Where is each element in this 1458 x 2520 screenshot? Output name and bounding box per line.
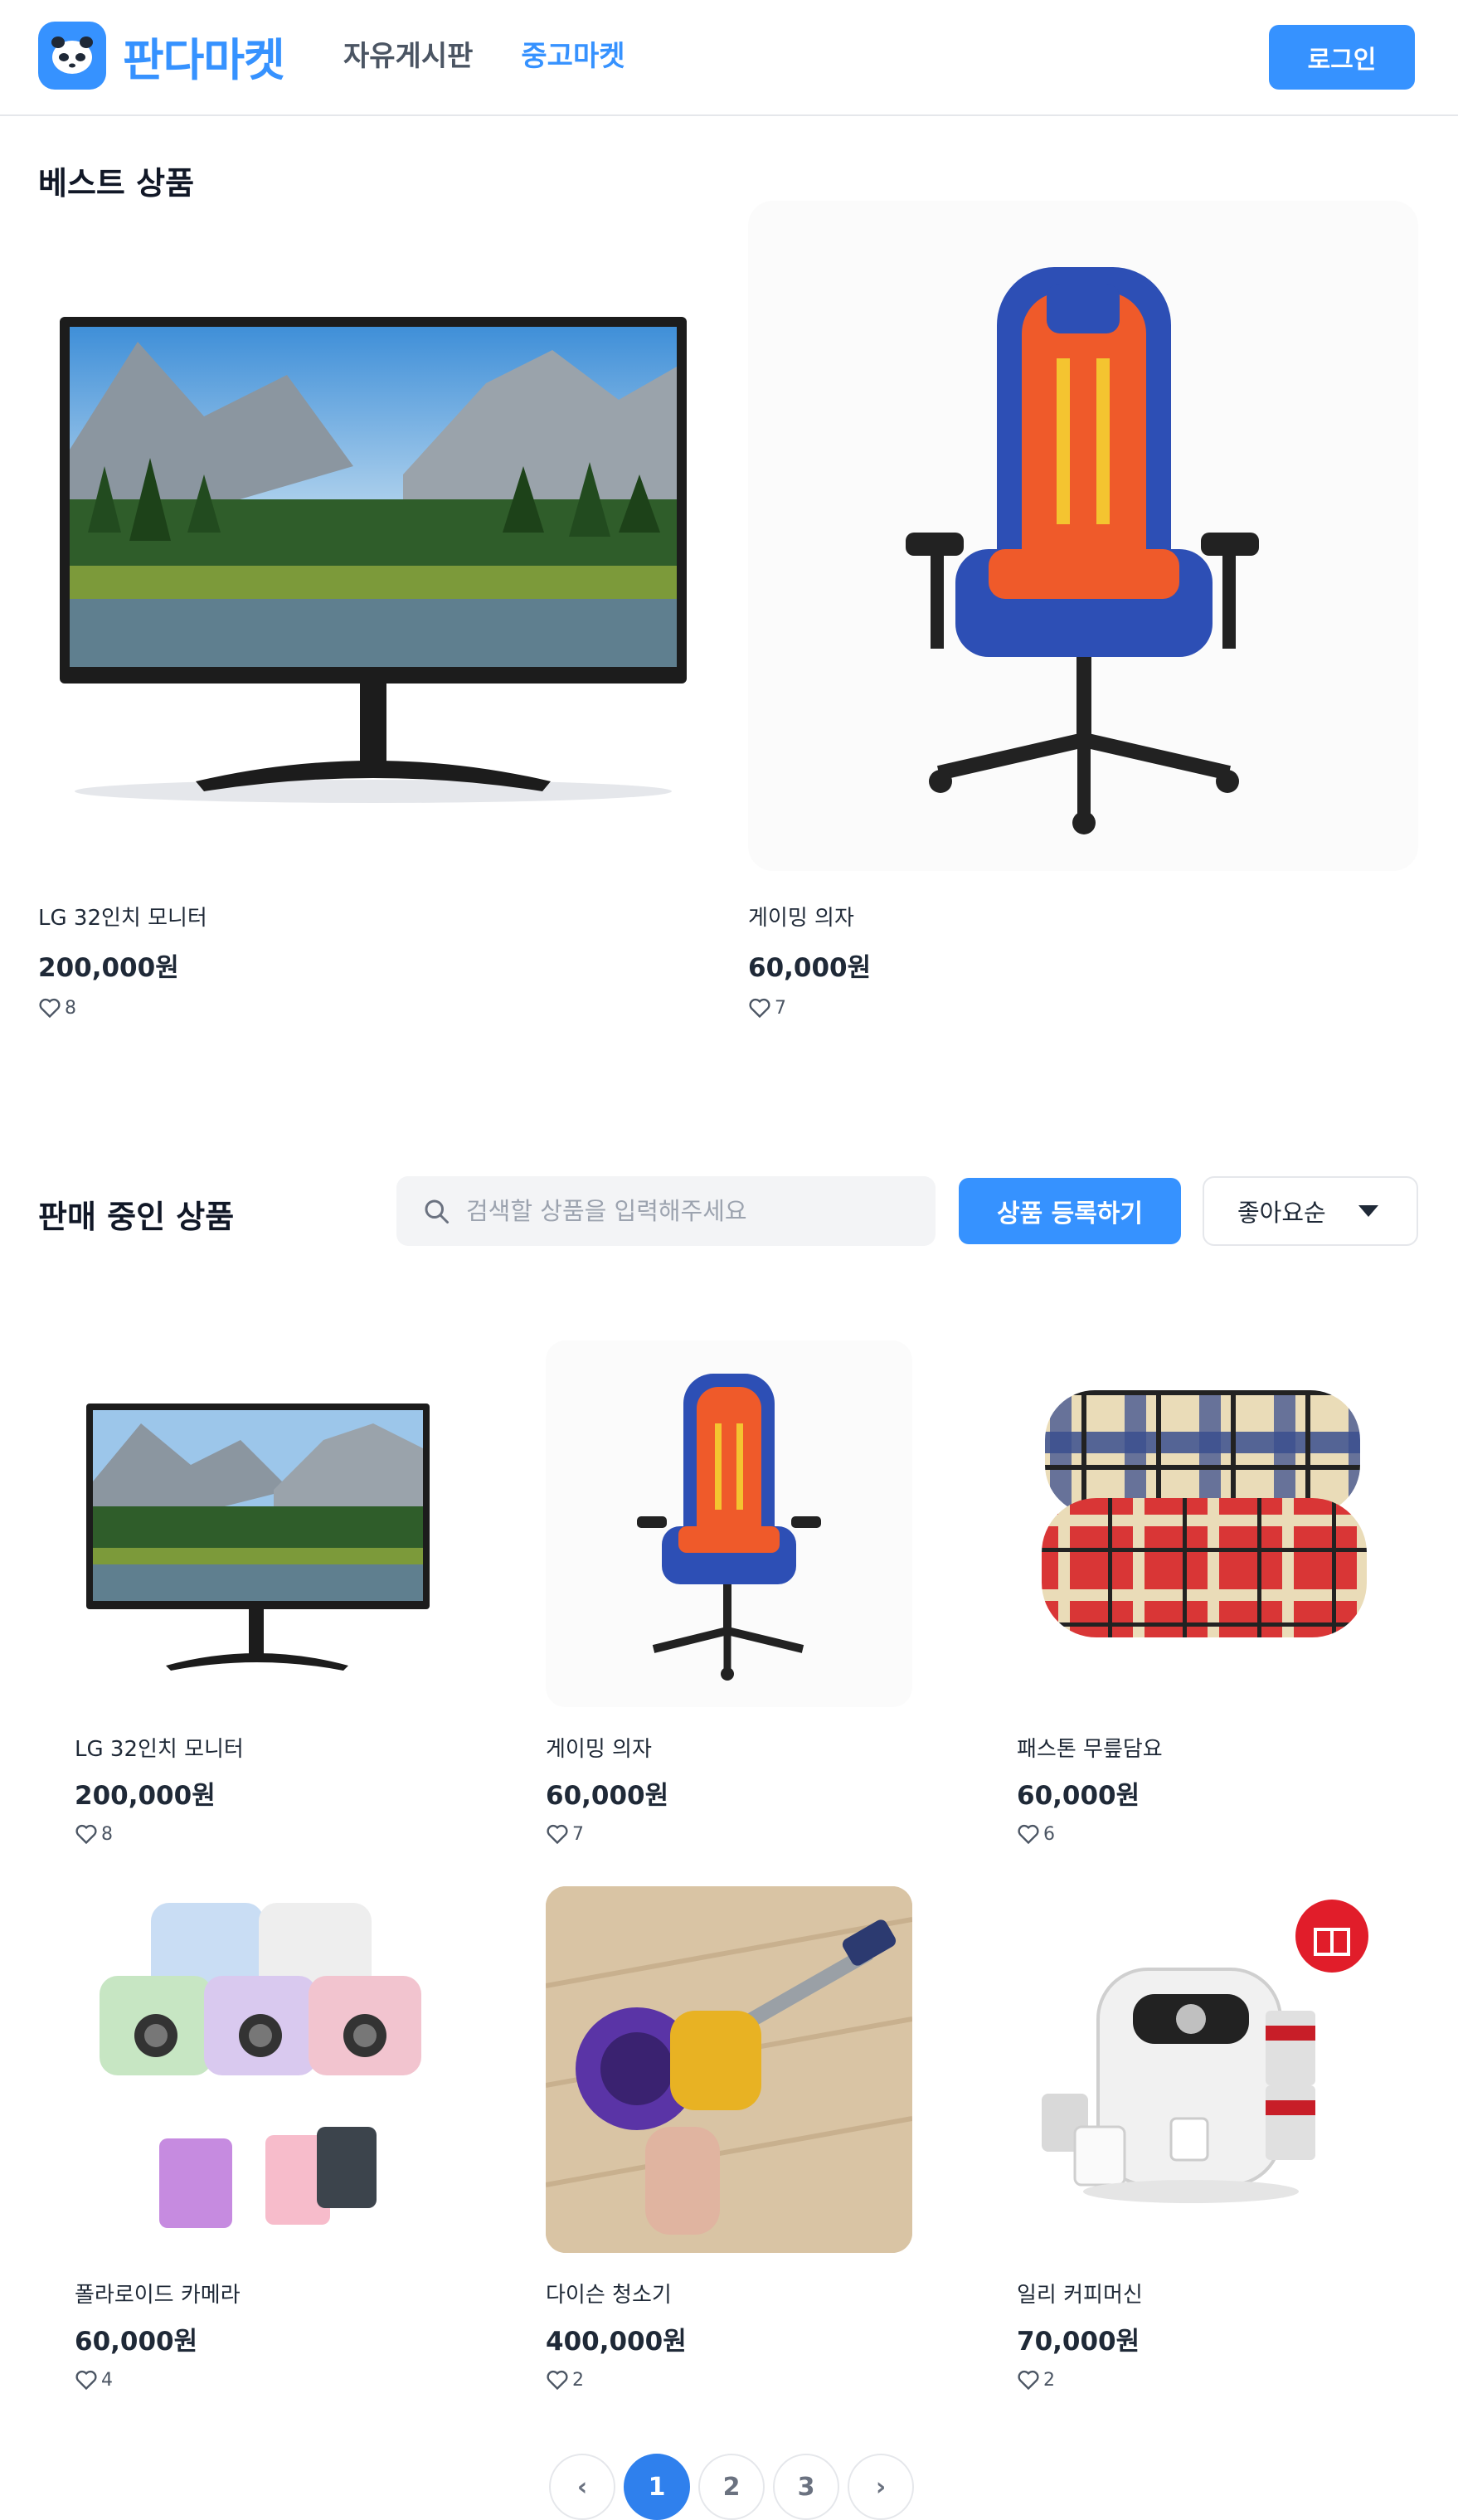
product-name: 게이밍 의자 bbox=[748, 906, 854, 931]
product-likes[interactable]: 8 bbox=[38, 997, 708, 1019]
product-likes[interactable]: 4 bbox=[75, 2369, 441, 2391]
likes-count: 6 bbox=[1043, 1823, 1055, 1845]
search-box[interactable] bbox=[396, 1176, 936, 1246]
product-image-instant-cameras bbox=[75, 1886, 441, 2253]
likes-count: 8 bbox=[101, 1823, 113, 1845]
product-price: 60,000원 bbox=[546, 1781, 669, 1811]
sale-product-card[interactable]: 폴라로이드 카메라 60,000원 4 bbox=[75, 1886, 441, 2391]
product-name: 다이슨 청소기 bbox=[546, 2283, 672, 2308]
heart-icon bbox=[749, 998, 770, 1019]
product-image-coffee-machine bbox=[1017, 1886, 1383, 2253]
sort-dropdown[interactable]: 좋아요순 bbox=[1203, 1176, 1418, 1246]
product-likes[interactable]: 7 bbox=[748, 997, 1418, 1019]
pagination: ‹ 1 2 3 › bbox=[549, 2454, 914, 2520]
nav-free-board[interactable]: 자유게시판 bbox=[343, 33, 473, 74]
product-price: 400,000원 bbox=[546, 2327, 687, 2357]
product-likes[interactable]: 2 bbox=[1017, 2369, 1383, 2391]
heart-icon bbox=[75, 1824, 97, 1845]
product-image-blanket bbox=[1017, 1340, 1383, 1707]
best-product-card[interactable]: LG 32인치 모니터 200,000원 8 bbox=[38, 201, 708, 1019]
heart-icon bbox=[75, 2370, 97, 2391]
main-nav: 자유게시판 중고마켓 bbox=[343, 33, 625, 74]
likes-count: 8 bbox=[65, 997, 76, 1019]
product-price: 200,000원 bbox=[75, 1781, 216, 1811]
login-button[interactable]: 로그인 bbox=[1269, 25, 1415, 90]
chevron-left-icon: ‹ bbox=[576, 2472, 588, 2502]
product-likes[interactable]: 7 bbox=[546, 1823, 912, 1845]
product-image-gaming-chair bbox=[546, 1340, 912, 1707]
likes-count: 7 bbox=[775, 997, 786, 1019]
sale-product-card[interactable]: 일리 커피머신 70,000원 2 bbox=[1017, 1886, 1383, 2391]
best-section-title: 베스트 상품 bbox=[38, 165, 195, 202]
likes-count: 7 bbox=[572, 1823, 584, 1845]
search-icon bbox=[425, 1199, 449, 1224]
best-product-card[interactable]: 게이밍 의자 60,000원 7 bbox=[748, 201, 1418, 1019]
product-price: 60,000원 bbox=[75, 2327, 198, 2357]
product-likes[interactable]: 8 bbox=[75, 1823, 441, 1845]
sale-product-card[interactable]: 게이밍 의자 60,000원 7 bbox=[546, 1340, 912, 1845]
sale-product-card[interactable]: 다이슨 청소기 400,000원 2 bbox=[546, 1886, 912, 2391]
product-name: LG 32인치 모니터 bbox=[38, 906, 207, 931]
heart-icon bbox=[547, 2370, 568, 2391]
product-price: 60,000원 bbox=[748, 953, 872, 983]
product-price: 60,000원 bbox=[1017, 1781, 1140, 1811]
heart-icon bbox=[39, 998, 61, 1019]
sale-product-card[interactable]: 패스톤 무릎담요 60,000원 6 bbox=[1017, 1340, 1383, 1845]
product-name: 게이밍 의자 bbox=[546, 1737, 652, 1762]
product-image-vacuum bbox=[546, 1886, 912, 2253]
nav-used-market[interactable]: 중고마켓 bbox=[521, 33, 625, 74]
heart-icon bbox=[1018, 1824, 1039, 1845]
next-page-button[interactable]: › bbox=[848, 2454, 914, 2520]
product-image-monitor bbox=[75, 1340, 441, 1707]
product-likes[interactable]: 2 bbox=[546, 2369, 912, 2391]
product-name: 패스톤 무릎담요 bbox=[1017, 1737, 1163, 1762]
product-image-gaming-chair bbox=[748, 201, 1418, 871]
logo-text: 판다마켓 bbox=[123, 33, 285, 86]
product-likes[interactable]: 6 bbox=[1017, 1823, 1383, 1845]
sort-value: 좋아요순 bbox=[1237, 1199, 1326, 1227]
page-button-1[interactable]: 1 bbox=[624, 2454, 690, 2520]
product-image-monitor bbox=[38, 201, 708, 871]
register-product-button[interactable]: 상품 등록하기 bbox=[959, 1178, 1181, 1244]
product-price: 200,000원 bbox=[38, 953, 179, 983]
product-name: 일리 커피머신 bbox=[1017, 2283, 1143, 2308]
product-price: 70,000원 bbox=[1017, 2327, 1140, 2357]
top-header: 판다마켓 자유게시판 중고마켓 로그인 bbox=[0, 0, 1458, 116]
prev-page-button[interactable]: ‹ bbox=[549, 2454, 615, 2520]
logo[interactable]: 판다마켓 bbox=[38, 22, 285, 90]
likes-count: 2 bbox=[1043, 2369, 1055, 2391]
search-input[interactable] bbox=[466, 1197, 931, 1225]
likes-count: 2 bbox=[572, 2369, 584, 2391]
sale-section-title: 판매 중인 상품 bbox=[38, 1199, 235, 1235]
chevron-right-icon: › bbox=[875, 2472, 887, 2502]
product-name: 폴라로이드 카메라 bbox=[75, 2283, 241, 2308]
page-button-3[interactable]: 3 bbox=[773, 2454, 839, 2520]
panda-logo-icon bbox=[38, 22, 106, 90]
likes-count: 4 bbox=[101, 2369, 113, 2391]
page-button-2[interactable]: 2 bbox=[698, 2454, 765, 2520]
heart-icon bbox=[1018, 2370, 1039, 2391]
sale-product-card[interactable]: LG 32인치 모니터 200,000원 8 bbox=[75, 1340, 441, 1845]
chevron-down-icon bbox=[1358, 1205, 1378, 1217]
product-name: LG 32인치 모니터 bbox=[75, 1737, 244, 1762]
heart-icon bbox=[547, 1824, 568, 1845]
